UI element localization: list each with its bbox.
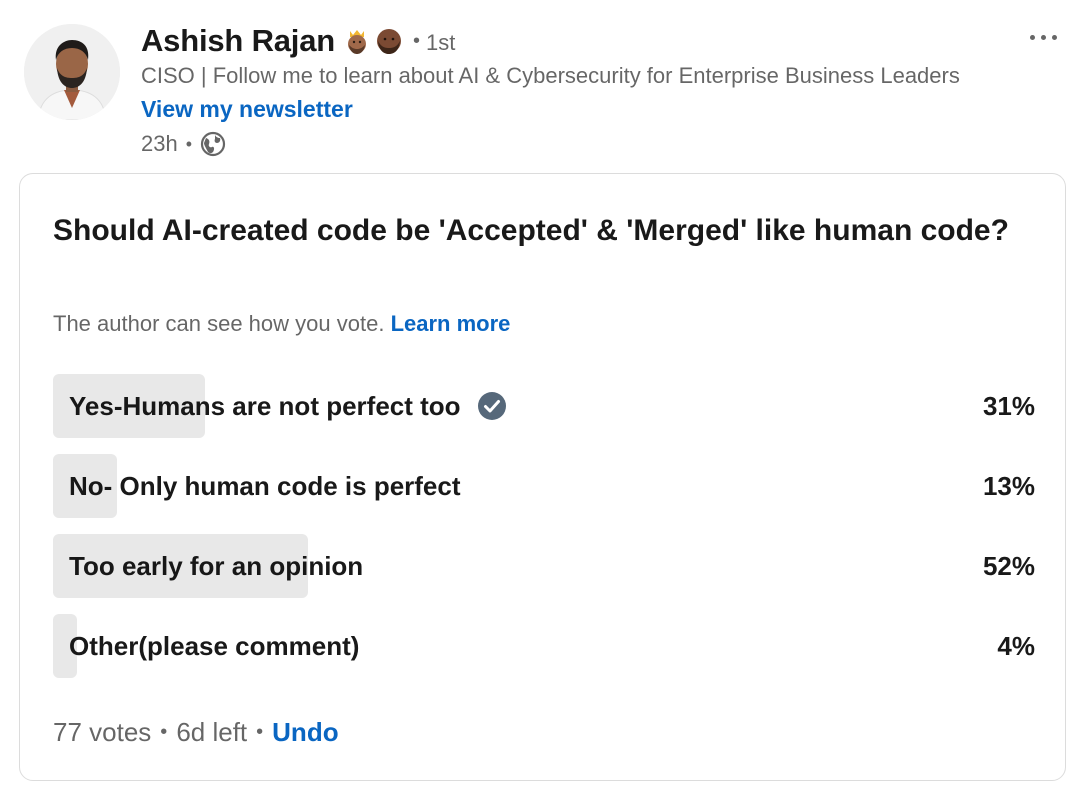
poll-options: Yes-Humans are not perfect too 31% No- O… [53, 374, 1035, 694]
undo-vote-button[interactable]: Undo [272, 717, 338, 748]
globe-icon [200, 131, 226, 157]
check-circle-icon [477, 391, 507, 421]
poll-option-too-early[interactable]: Too early for an opinion 52% [53, 534, 1035, 598]
poll-option-label: Yes-Humans are not perfect too [69, 390, 461, 421]
connection-degree: 1st [426, 30, 456, 55]
poll-option-percent: 13% [982, 470, 1035, 501]
footer-separator: • [256, 720, 264, 743]
author-avatar[interactable] [24, 24, 120, 120]
meta-separator: • [185, 133, 193, 154]
poll-notice-text: The author can see how you vote. [53, 311, 385, 336]
poll-option-percent: 52% [982, 550, 1035, 581]
poll-option-percent: 4% [997, 630, 1035, 661]
view-newsletter-link[interactable]: View my newsletter [141, 94, 353, 124]
post-time: 23h [141, 131, 178, 156]
poll-option-yes[interactable]: Yes-Humans are not perfect too 31% [53, 374, 1035, 438]
bearded-person-emoji [375, 27, 403, 55]
vote-count: 77 votes [53, 716, 152, 747]
time-left: 6d left [176, 716, 248, 747]
author-name[interactable]: Ashish Rajan [141, 23, 335, 59]
crown-person-emoji [343, 27, 371, 55]
footer-separator: • [160, 720, 168, 743]
learn-more-link[interactable]: Learn more [391, 311, 511, 336]
poll-option-label: Too early for an opinion [69, 550, 364, 581]
poll-question: Should AI-created code be 'Accepted' & '… [53, 214, 1009, 247]
avatar-photo [24, 24, 120, 120]
author-headline: CISO | Follow me to learn about AI & Cyb… [141, 63, 960, 88]
connection-separator: • [412, 29, 420, 52]
poll-option-label: Other(please comment) [69, 630, 360, 661]
poll-option-label: No- Only human code is perfect [69, 470, 461, 501]
more-options-button[interactable] [1018, 22, 1068, 52]
poll-option-no[interactable]: No- Only human code is perfect 13% [53, 454, 1035, 518]
poll-option-percent: 31% [982, 390, 1035, 421]
poll-footer: 77 votes • 6d left • Undo [53, 712, 339, 752]
poll-card: Should AI-created code be 'Accepted' & '… [19, 173, 1066, 781]
more-horizontal-icon [1029, 34, 1035, 40]
poll-notice: The author can see how you vote. Learn m… [53, 309, 510, 339]
post-meta: 23h • [141, 128, 226, 160]
poll-option-other[interactable]: Other(please comment) 4% [53, 614, 1035, 678]
